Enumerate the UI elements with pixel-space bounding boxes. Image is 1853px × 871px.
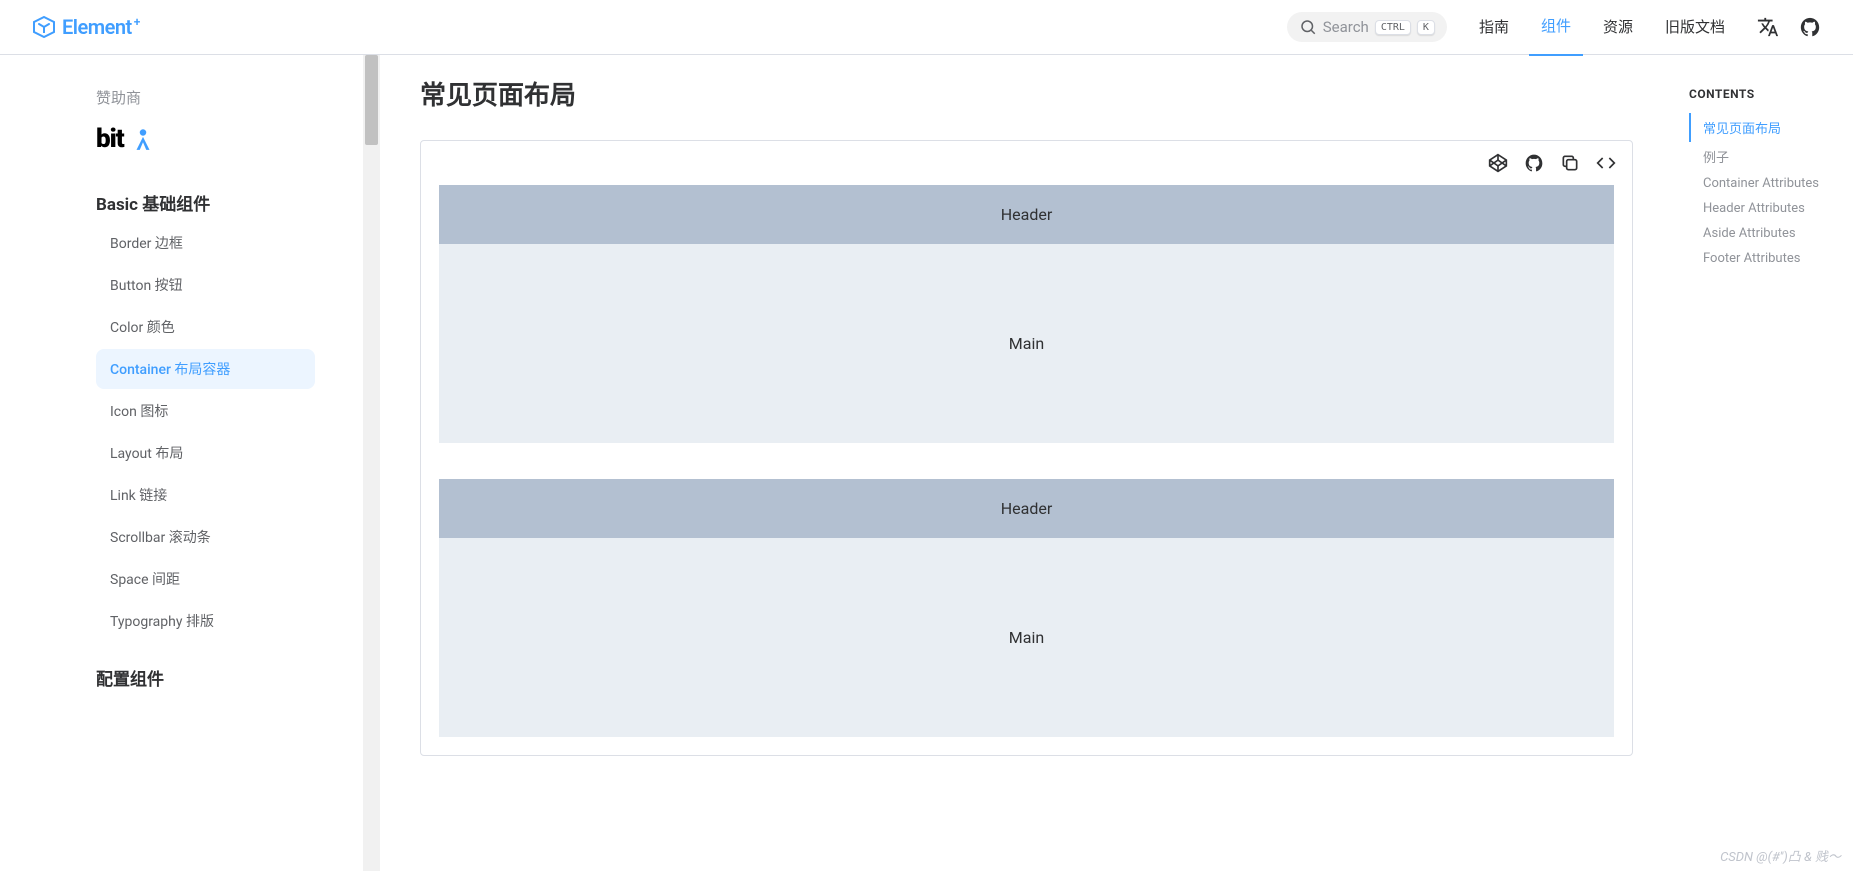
- nav-legacy[interactable]: 旧版文档: [1653, 0, 1737, 55]
- code-icon[interactable]: [1596, 153, 1616, 173]
- demo-body: Header Main Header Main: [421, 185, 1632, 755]
- page-body: 赞助商 bit Basic 基础组件 Border 边框 Button 按钮 C…: [0, 55, 1853, 871]
- sidebar-item-button[interactable]: Button 按钮: [96, 265, 315, 305]
- demo-header-2: Header: [439, 479, 1614, 538]
- nav-resource[interactable]: 资源: [1591, 0, 1645, 55]
- logo-text: Element+: [62, 15, 140, 39]
- watermark: CSDN @(#'')凸 & 贱～: [1720, 846, 1841, 865]
- toc-item-example[interactable]: 例子: [1689, 142, 1853, 171]
- github-icon[interactable]: [1524, 153, 1544, 173]
- layout-example-1: Header Main: [439, 185, 1614, 443]
- search-box[interactable]: Search CTRL K: [1287, 12, 1447, 42]
- demo-block: Header Main Header Main: [420, 140, 1633, 756]
- codepen-icon[interactable]: [1488, 153, 1508, 173]
- group-config-title: 配置组件: [96, 665, 315, 690]
- toc-item-footer-attr[interactable]: Footer Attributes: [1689, 246, 1853, 271]
- page-title: 常见页面布局: [420, 75, 1633, 112]
- logo[interactable]: Element+: [32, 15, 140, 39]
- nav-guide[interactable]: 指南: [1467, 0, 1521, 55]
- sponsor-logo[interactable]: bit: [96, 124, 315, 154]
- sidebar-item-space[interactable]: Space 间距: [96, 559, 315, 599]
- search-placeholder: Search: [1323, 18, 1369, 36]
- sidebar-item-typography[interactable]: Typography 排版: [96, 601, 315, 641]
- demo-toolbar: [421, 141, 1632, 185]
- toc-title: CONTENTS: [1689, 87, 1853, 101]
- github-icon[interactable]: [1799, 16, 1821, 38]
- group-basic-title: Basic 基础组件: [96, 190, 315, 215]
- demo-main-2: Main: [439, 538, 1614, 737]
- main-content: 常见页面布局 Header Main Header Main: [380, 55, 1673, 871]
- demo-header-1: Header: [439, 185, 1614, 244]
- sidebar-wrap: 赞助商 bit Basic 基础组件 Border 边框 Button 按钮 C…: [0, 55, 380, 871]
- sidebar-item-border[interactable]: Border 边框: [96, 223, 315, 263]
- bit-person-icon: [130, 126, 156, 152]
- search-icon: [1299, 18, 1317, 36]
- sponsor-title: 赞助商: [96, 87, 315, 108]
- sidebar-item-scrollbar[interactable]: Scrollbar 滚动条: [96, 517, 315, 557]
- header-right: Search CTRL K 指南 组件 资源 旧版文档: [1287, 0, 1821, 56]
- sidebar: 赞助商 bit Basic 基础组件 Border 边框 Button 按钮 C…: [0, 55, 363, 871]
- copy-icon[interactable]: [1560, 153, 1580, 173]
- sidebar-item-icon[interactable]: Icon 图标: [96, 391, 315, 431]
- sidebar-item-layout[interactable]: Layout 布局: [96, 433, 315, 473]
- element-logo-icon: [32, 15, 56, 39]
- sidebar-scrollbar-track[interactable]: [363, 55, 380, 871]
- sidebar-item-link[interactable]: Link 链接: [96, 475, 315, 515]
- sponsor-name: bit: [96, 124, 124, 154]
- sidebar-scrollbar-thumb[interactable]: [365, 55, 378, 145]
- toc-item-container-attr[interactable]: Container Attributes: [1689, 171, 1853, 196]
- kbd-k: K: [1417, 20, 1435, 35]
- demo-main-1: Main: [439, 244, 1614, 443]
- translate-icon[interactable]: [1757, 16, 1779, 38]
- toc: CONTENTS 常见页面布局 例子 Container Attributes …: [1673, 55, 1853, 871]
- toc-item-layouts[interactable]: 常见页面布局: [1689, 113, 1853, 142]
- sidebar-item-color[interactable]: Color 颜色: [96, 307, 315, 347]
- toc-item-aside-attr[interactable]: Aside Attributes: [1689, 221, 1853, 246]
- nav-component[interactable]: 组件: [1529, 0, 1583, 56]
- kbd-ctrl: CTRL: [1375, 20, 1411, 35]
- sidebar-item-container[interactable]: Container 布局容器: [96, 349, 315, 389]
- layout-example-2: Header Main: [439, 479, 1614, 737]
- top-header: Element+ Search CTRL K 指南 组件 资源 旧版文档: [0, 0, 1853, 55]
- toc-item-header-attr[interactable]: Header Attributes: [1689, 196, 1853, 221]
